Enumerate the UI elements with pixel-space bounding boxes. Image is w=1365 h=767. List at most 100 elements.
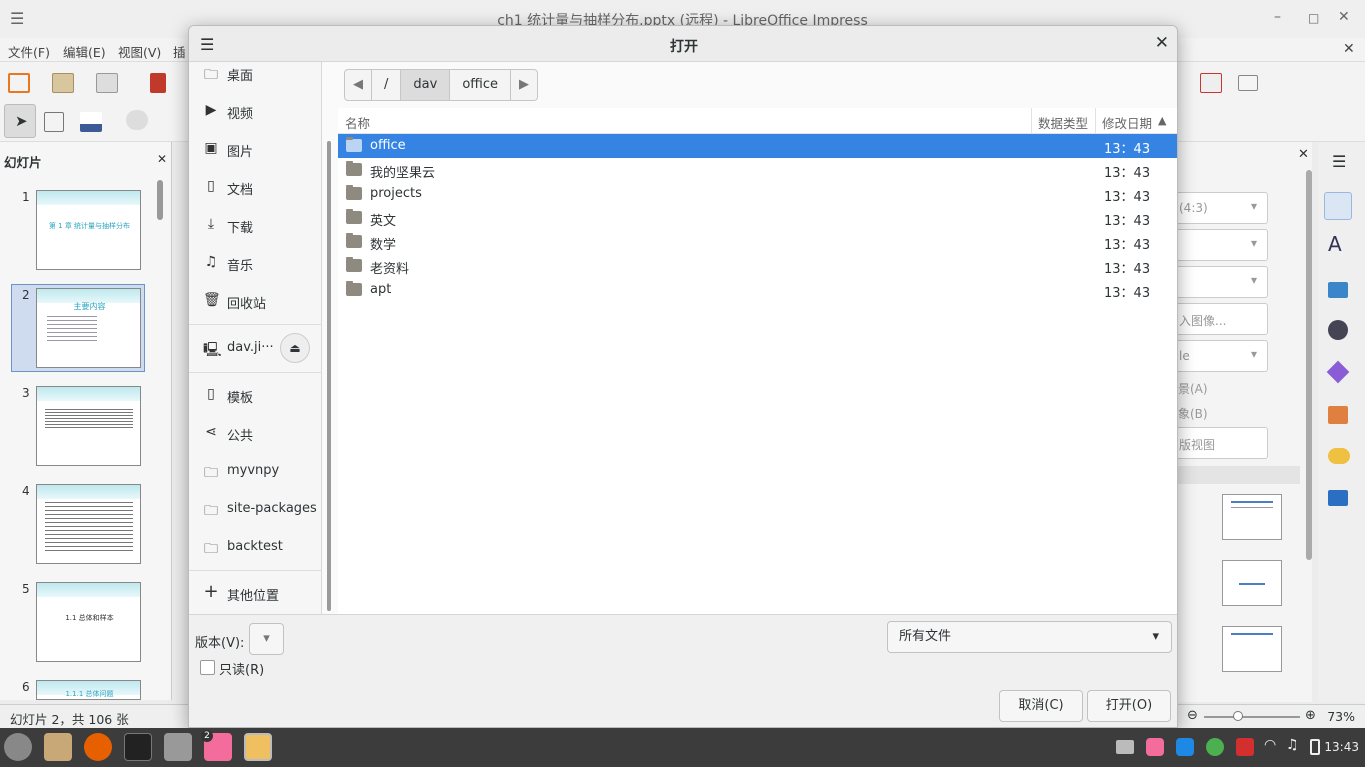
layout-two-content[interactable] — [1222, 626, 1282, 672]
clock[interactable]: 13:43 — [1324, 740, 1359, 754]
zoom-slider[interactable] — [1204, 716, 1300, 718]
path-forward-button[interactable]: ▶ — [511, 70, 537, 100]
close-sidebar-icon[interactable]: ✕ — [1298, 147, 1309, 162]
keyboard-icon[interactable] — [1116, 740, 1134, 754]
dialog-close-icon[interactable]: ✕ — [1155, 33, 1169, 53]
start-menu-icon[interactable] — [4, 733, 32, 761]
slide-transition-tab-icon[interactable] — [1328, 406, 1348, 424]
place-public[interactable]: ⋖ 公共 — [189, 416, 322, 452]
place-templates[interactable]: ▯ 模板 — [189, 378, 322, 414]
zoom-in-icon[interactable]: ⊕ — [1305, 708, 1316, 723]
readonly-checkbox[interactable] — [200, 660, 215, 675]
terminal-icon[interactable] — [124, 733, 152, 761]
file-row[interactable]: apt 13：43 — [338, 278, 1177, 302]
wifi-icon[interactable]: ◠ — [1264, 737, 1276, 753]
delete-table-icon[interactable] — [1200, 73, 1222, 93]
place-videos[interactable]: ▶ 视频 — [189, 94, 322, 130]
place-music[interactable]: ♫ 音乐 — [189, 246, 322, 282]
slide-thumbnail-2[interactable]: 主要内容 — [36, 288, 141, 368]
properties-scrollbar[interactable] — [1306, 170, 1312, 560]
firefox-icon[interactable] — [84, 733, 112, 761]
file-row[interactable]: 数学 13：43 — [338, 230, 1177, 254]
path-office-button[interactable]: office — [450, 70, 511, 100]
file-row[interactable]: 我的坚果云 13：43 — [338, 158, 1177, 182]
slide-thumbnail-5[interactable]: 1.1 总体和样本 — [36, 582, 141, 662]
master-view-button[interactable]: 版视图 — [1172, 427, 1268, 459]
slide-thumbnail-1[interactable]: 第 1 章 统计量与抽样分布 — [36, 190, 141, 270]
path-root-button[interactable]: / — [372, 70, 402, 100]
styles-tab-icon[interactable]: A — [1328, 232, 1342, 256]
music-tray-icon[interactable]: ♫ — [1286, 737, 1299, 753]
insert-image-button[interactable]: 入图像... — [1172, 303, 1268, 335]
layout-title-content[interactable] — [1222, 494, 1282, 540]
close-document-icon[interactable]: ✕ — [1343, 41, 1355, 57]
readonly-label[interactable]: 只读(R) — [219, 659, 264, 678]
layout-centered-text[interactable] — [1222, 560, 1282, 606]
slide-size-select[interactable]: (4:3) ▾ — [1172, 192, 1268, 224]
slides-scrollbar[interactable] — [157, 180, 163, 220]
close-panel-icon[interactable]: ✕ — [157, 152, 167, 166]
path-dav-button[interactable]: dav — [401, 70, 451, 100]
zoom-slider-handle[interactable] — [1233, 711, 1243, 721]
master-slides-tab-icon[interactable] — [1328, 490, 1348, 506]
menu-file[interactable]: 文件(F) — [8, 42, 50, 61]
background-checkbox-label[interactable]: 景(A) — [1178, 380, 1208, 397]
zoom-level[interactable]: 73% — [1327, 709, 1355, 724]
open-folder-icon[interactable] — [52, 73, 74, 93]
update-tray-icon[interactable] — [1206, 738, 1224, 756]
master-slide-select[interactable]: le ▾ — [1172, 340, 1268, 372]
menu-view[interactable]: 视图(V) — [118, 42, 161, 61]
slide-thumbnail-6[interactable]: 1.1.1 总体问题 — [36, 680, 141, 700]
battery-icon[interactable] — [1310, 739, 1320, 755]
place-desktop[interactable]: 🗀 桌面 — [189, 56, 322, 92]
place-documents[interactable]: ▯ 文档 — [189, 170, 322, 206]
version-select[interactable]: ▾ — [249, 623, 284, 655]
column-modified-header[interactable]: 修改日期 — [1102, 113, 1152, 132]
select-tool-button[interactable]: ➤ — [4, 104, 36, 138]
bilibili-tray-icon[interactable] — [1146, 738, 1164, 756]
minimize-button[interactable]: – — [1274, 9, 1281, 25]
close-window-button[interactable]: ✕ — [1338, 9, 1350, 25]
layout-icon[interactable] — [1238, 75, 1258, 91]
shapes-tab-icon[interactable] — [1326, 360, 1350, 384]
places-scrollbar[interactable] — [327, 141, 331, 611]
file-row[interactable]: 英文 13：43 — [338, 206, 1177, 230]
place-site-packages[interactable]: 🗀 site-packages — [189, 492, 322, 528]
properties-tab-icon[interactable] — [1324, 192, 1352, 220]
file-row[interactable]: 老资料 13：43 — [338, 254, 1177, 278]
objects-checkbox-label[interactable]: 象(B) — [1178, 405, 1208, 422]
menu-insert[interactable]: 插 — [173, 42, 186, 61]
place-myvnpy[interactable]: 🗀 myvnpy — [189, 454, 322, 490]
open-button[interactable]: 打开(O) — [1087, 690, 1171, 722]
orientation-select[interactable]: ▾ — [1172, 229, 1268, 261]
navigator-tab-icon[interactable] — [1328, 320, 1348, 340]
zoom-pan-icon[interactable] — [44, 112, 64, 132]
maximize-button[interactable]: □ — [1308, 11, 1319, 25]
menu-edit[interactable]: 编辑(E) — [63, 42, 106, 61]
file-type-filter-select[interactable]: 所有文件 ▾ — [887, 621, 1172, 653]
tray-app-icon[interactable] — [1176, 738, 1194, 756]
fill-color-icon[interactable] — [126, 110, 148, 130]
slide-thumbnail-4[interactable] — [36, 484, 141, 564]
place-dav-network[interactable]: 🖳 dav.ji··· ⏏ — [189, 331, 322, 367]
slide-thumbnail-3[interactable] — [36, 386, 141, 466]
new-presentation-icon[interactable] — [8, 73, 30, 93]
animation-tab-icon[interactable] — [1328, 448, 1350, 464]
save-icon[interactable] — [96, 73, 118, 93]
sidebar-menu-icon[interactable]: ☰ — [1332, 152, 1346, 171]
impress-icon[interactable] — [244, 733, 272, 761]
file-row[interactable]: projects 13：43 — [338, 182, 1177, 206]
column-type-header[interactable]: 数据类型 — [1038, 113, 1088, 132]
place-backtest[interactable]: 🗀 backtest — [189, 530, 322, 566]
eject-icon[interactable]: ⏏ — [280, 333, 310, 363]
gallery-tab-icon[interactable] — [1328, 282, 1348, 298]
line-color-icon[interactable] — [80, 112, 102, 132]
export-pdf-icon[interactable] — [150, 73, 166, 93]
cancel-button[interactable]: 取消(C) — [999, 690, 1083, 722]
place-downloads[interactable]: ⤓ 下载 — [189, 208, 322, 244]
background-select[interactable]: ▾ — [1172, 266, 1268, 298]
wps-tray-icon[interactable] — [1236, 738, 1254, 756]
place-pictures[interactable]: ▣ 图片 — [189, 132, 322, 168]
file-manager-icon[interactable] — [44, 733, 72, 761]
place-trash[interactable]: 🗑 回收站 — [189, 284, 322, 320]
